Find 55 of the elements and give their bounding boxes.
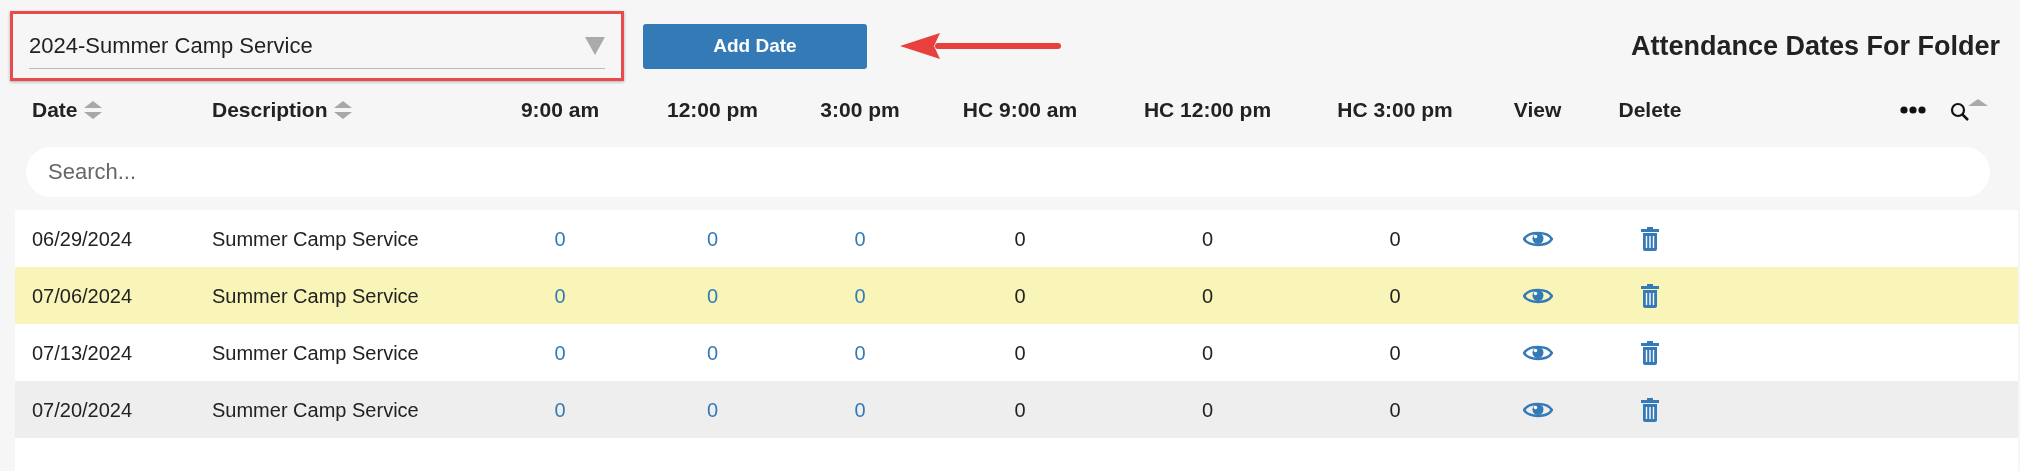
column-header: HC 12:00 pm bbox=[1143, 97, 1272, 124]
table-cell-text: 0 bbox=[1389, 226, 1401, 252]
column-header: 12:00 pm bbox=[666, 97, 758, 124]
count-link[interactable]: 0 bbox=[554, 280, 566, 311]
column-header: View bbox=[1513, 97, 1562, 124]
count-link[interactable]: 0 bbox=[854, 337, 866, 368]
table-cell: 06/29/2024 bbox=[32, 227, 133, 250]
count-link[interactable]: 0 bbox=[706, 223, 719, 254]
column-header: HC 3:00 pm bbox=[1337, 97, 1453, 124]
table-cell: Summer Camp Service bbox=[212, 284, 419, 307]
table-cell-text: 0 bbox=[1201, 397, 1214, 423]
more-icon[interactable] bbox=[1900, 106, 1926, 114]
trash-icon[interactable] bbox=[1640, 397, 1660, 422]
count-link[interactable]: 0 bbox=[706, 280, 719, 311]
table-cell-text: 0 bbox=[1201, 340, 1214, 366]
table-cell: Summer Camp Service bbox=[212, 227, 419, 250]
table-cell-text: 0 bbox=[1389, 340, 1401, 366]
column-header: Delete bbox=[1618, 97, 1682, 124]
count-link[interactable]: 0 bbox=[854, 280, 866, 311]
table-cell-text: 0 bbox=[1389, 397, 1401, 423]
search-field[interactable]: Search... bbox=[26, 147, 1990, 197]
count-link[interactable]: 0 bbox=[854, 223, 866, 254]
search-icon[interactable] bbox=[1950, 98, 1990, 122]
column-header[interactable]: Description bbox=[212, 94, 354, 126]
count-link[interactable]: 0 bbox=[554, 337, 566, 368]
column-header: HC 9:00 am bbox=[962, 97, 1078, 124]
table-cell-text: 0 bbox=[1014, 283, 1026, 309]
table-cell: 07/06/2024 bbox=[32, 284, 133, 307]
table-cell-text: 0 bbox=[1014, 226, 1026, 252]
caret-icon bbox=[585, 36, 605, 55]
trash-icon[interactable] bbox=[1640, 340, 1660, 365]
page-title: Attendance Dates For Folder bbox=[1630, 29, 2000, 63]
count-link[interactable]: 0 bbox=[706, 394, 719, 425]
table-cell-text: 0 bbox=[1014, 340, 1026, 366]
count-link[interactable]: 0 bbox=[854, 394, 866, 425]
trash-icon[interactable] bbox=[1640, 226, 1660, 251]
add-date-button[interactable]: Add Date bbox=[643, 23, 867, 69]
table-cell: 07/13/2024 bbox=[32, 341, 133, 364]
column-header[interactable]: Date bbox=[32, 94, 104, 126]
table-cell-text: 0 bbox=[1389, 283, 1401, 309]
trash-icon[interactable] bbox=[1640, 283, 1660, 308]
table-cell-text: 0 bbox=[1201, 283, 1214, 309]
folder-select[interactable]: 2024-Summer Camp Service bbox=[29, 23, 605, 69]
column-header: 3:00 pm bbox=[820, 97, 900, 124]
table-cell: 07/20/2024 bbox=[32, 398, 133, 421]
count-link[interactable]: 0 bbox=[706, 337, 719, 368]
table-cell-text: 0 bbox=[1201, 226, 1214, 252]
count-link[interactable]: 0 bbox=[554, 223, 566, 254]
count-link[interactable]: 0 bbox=[554, 394, 566, 425]
table-row[interactable]: 07/06/2024 Summer Camp Service 0 0 0 0 0 0 bbox=[15, 267, 2018, 324]
table-cell: Summer Camp Service bbox=[212, 341, 419, 364]
column-header: 9:00 am bbox=[520, 97, 600, 124]
table-row[interactable]: 07/20/2024 Summer Camp Service 0 0 0 0 0 0 bbox=[15, 381, 2018, 438]
table-cell-text: 0 bbox=[1014, 397, 1026, 423]
table-cell: Summer Camp Service bbox=[212, 398, 419, 421]
